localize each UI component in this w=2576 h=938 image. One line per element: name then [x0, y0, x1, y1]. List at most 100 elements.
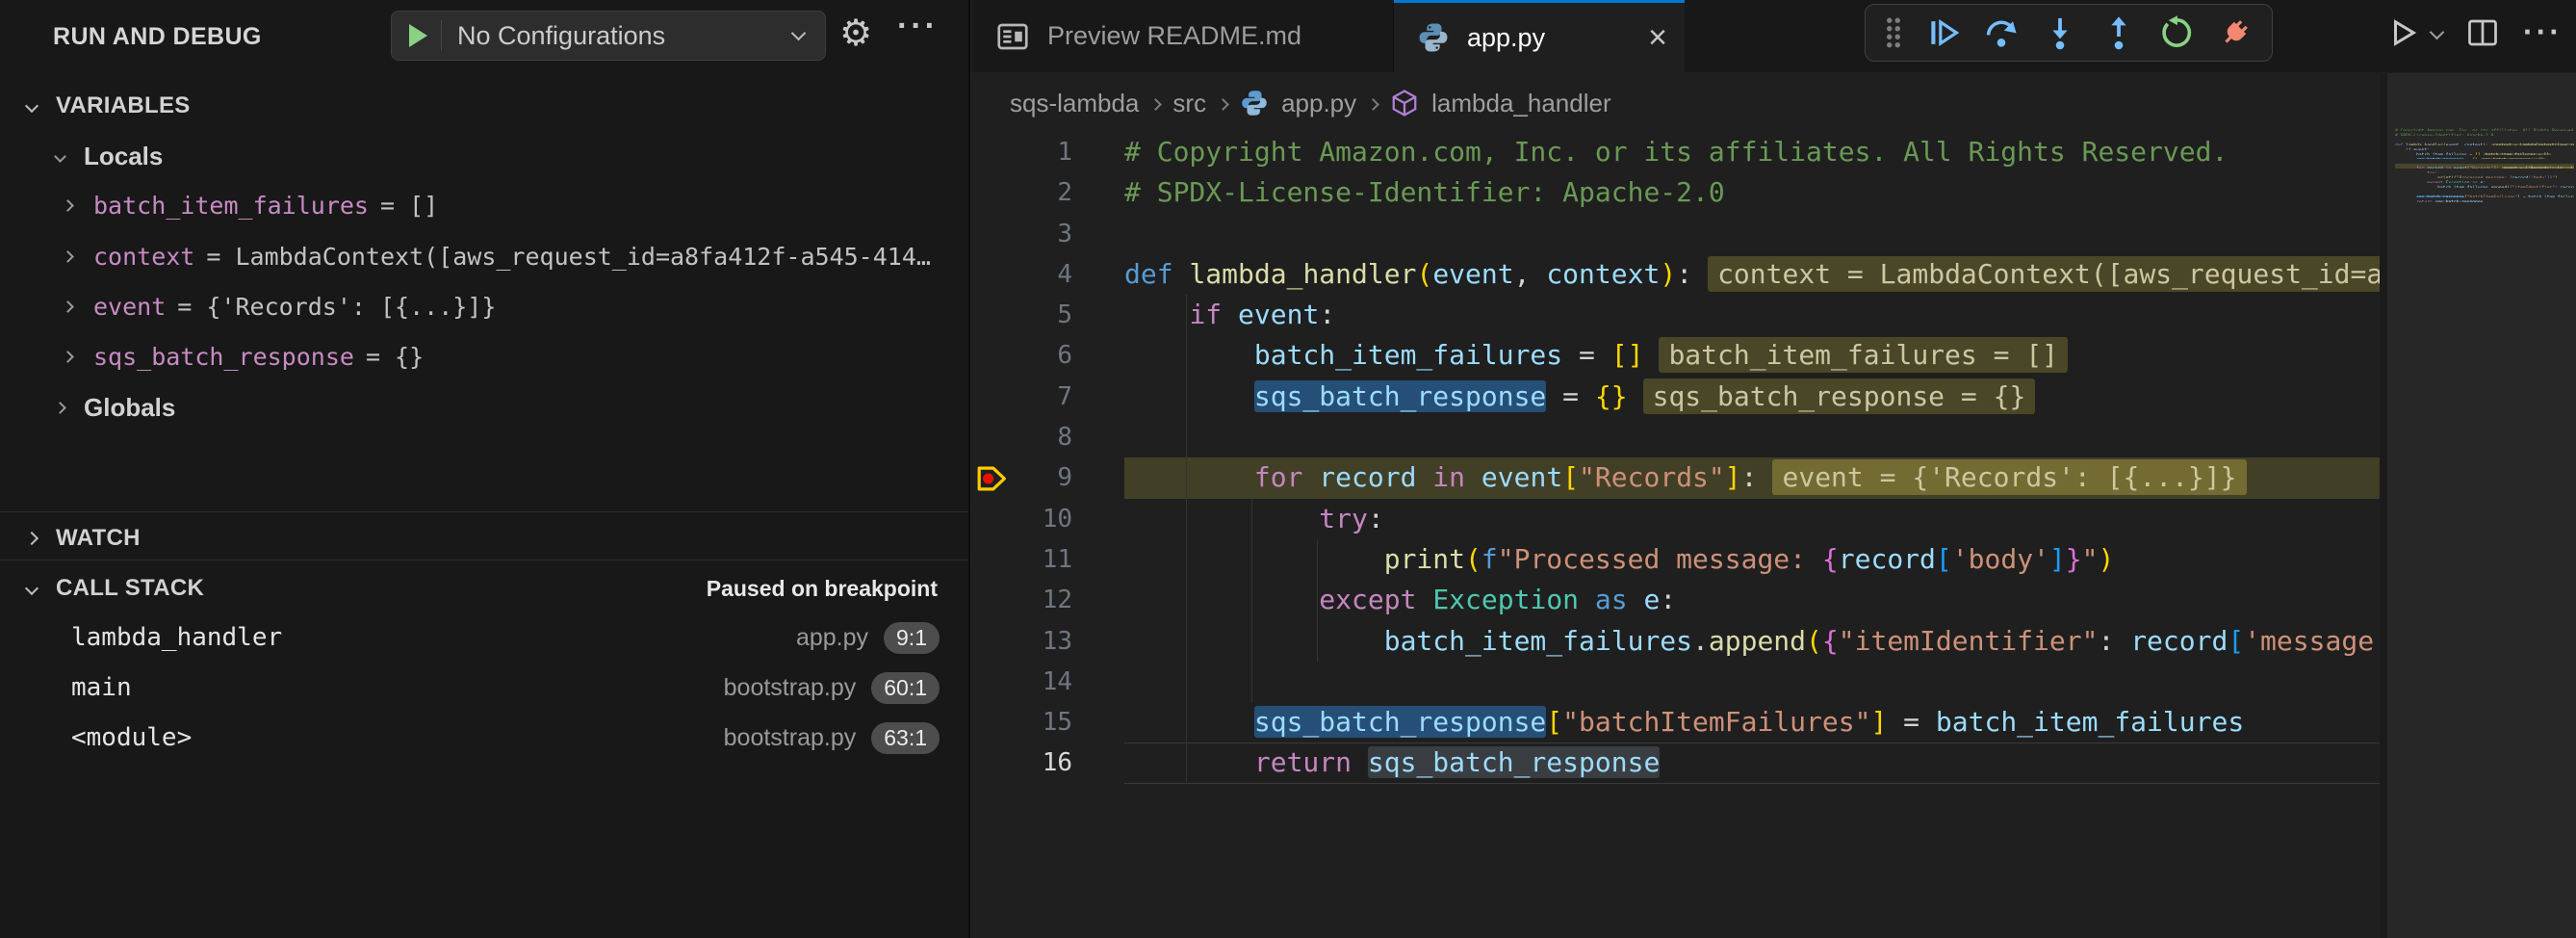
- editor-actions: ···: [2385, 14, 2563, 50]
- variables-label: VARIABLES: [56, 92, 191, 119]
- line-number: 10: [1013, 499, 1072, 539]
- globals-scope-row[interactable]: Globals: [0, 392, 968, 423]
- chevron-down-icon: [25, 99, 39, 113]
- variable-value: = LambdaContext([aws_request_id=a8fa412f…: [206, 243, 931, 271]
- code-line[interactable]: 3: [972, 214, 2380, 254]
- glyph-margin[interactable]: [972, 499, 1013, 539]
- glyph-margin[interactable]: [972, 172, 1013, 213]
- glyph-margin[interactable]: [972, 417, 1013, 457]
- minimap[interactable]: # Copyright Amazon.com, Inc. or its affi…: [2395, 126, 2574, 202]
- code-editor[interactable]: 1# Copyright Amazon.com, Inc. or its aff…: [972, 132, 2380, 784]
- glyph-margin[interactable]: [972, 335, 1013, 376]
- breadcrumb: sqs-lambda src app.py lambda_handler: [1010, 79, 1611, 127]
- glyph-margin[interactable]: [972, 539, 1013, 580]
- debug-toolbar: [1865, 4, 2273, 62]
- code-line[interactable]: 7 sqs_batch_response = {}sqs_batch_respo…: [972, 377, 2380, 417]
- glyph-margin[interactable]: [972, 662, 1013, 702]
- tab-preview-readme[interactable]: Preview README.md: [972, 0, 1394, 72]
- code-line[interactable]: 12 except Exception as e:: [972, 580, 2380, 620]
- call-stack-frame[interactable]: <module>bootstrap.py63:1: [0, 721, 968, 754]
- globals-label: Globals: [84, 393, 175, 423]
- variable-row[interactable]: event= {'Records': [{...}]}: [0, 291, 968, 322]
- markdown-preview-icon: [995, 19, 1030, 54]
- code-line[interactable]: 9 for record in event["Records"]:event =…: [972, 457, 2380, 498]
- debug-config-dropdown[interactable]: No Configurations: [391, 11, 826, 61]
- watch-section-header[interactable]: WATCH: [0, 523, 968, 554]
- line-number: 12: [1013, 580, 1072, 620]
- line-number: 13: [1013, 621, 1072, 662]
- minimap-line: return sqs_batch_response: [2395, 197, 2574, 202]
- line-number: 11: [1013, 539, 1072, 580]
- split-editor-icon[interactable]: [2465, 15, 2500, 50]
- editor-tab-bar: Preview README.md app.py ×: [972, 0, 2576, 72]
- variable-name: event: [93, 293, 166, 321]
- line-number: 9: [1013, 457, 1072, 498]
- gear-icon[interactable]: ⚙: [839, 12, 872, 54]
- step-over-icon[interactable]: [1978, 10, 2024, 56]
- run-icon[interactable]: [2385, 15, 2420, 50]
- restart-icon[interactable]: [2153, 10, 2200, 56]
- chevron-right-icon: [54, 402, 66, 414]
- glyph-margin[interactable]: [972, 743, 1013, 783]
- glyph-margin[interactable]: [972, 377, 1013, 417]
- code-line[interactable]: 15 sqs_batch_response["batchItemFailures…: [972, 702, 2380, 743]
- python-icon: [1417, 21, 1450, 54]
- code-line[interactable]: 16 return sqs_batch_response: [972, 743, 2380, 783]
- step-into-icon[interactable]: [2037, 10, 2083, 56]
- tab-app-py[interactable]: app.py ×: [1394, 0, 1685, 72]
- disconnect-icon[interactable]: [2212, 10, 2258, 56]
- code-line[interactable]: 13 batch_item_failures.append({"itemIden…: [972, 621, 2380, 662]
- code-line[interactable]: 5 if event:: [972, 295, 2380, 335]
- python-icon: [1240, 89, 1269, 117]
- code-line[interactable]: 1# Copyright Amazon.com, Inc. or its aff…: [972, 132, 2380, 172]
- glyph-margin[interactable]: [972, 214, 1013, 254]
- breadcrumb-folder[interactable]: src: [1172, 89, 1206, 118]
- breadcrumb-folder[interactable]: sqs-lambda: [1010, 89, 1139, 118]
- call-stack-frame[interactable]: lambda_handlerapp.py9:1: [0, 621, 968, 654]
- sidebar-header: RUN AND DEBUG No Configurations ⚙ ···: [0, 0, 968, 72]
- chevron-down-icon: [791, 25, 807, 40]
- code-line[interactable]: 8: [972, 417, 2380, 457]
- code-line[interactable]: 14: [972, 662, 2380, 702]
- code-line[interactable]: 10 try:: [972, 499, 2380, 539]
- glyph-margin[interactable]: [972, 580, 1013, 620]
- glyph-margin[interactable]: [972, 132, 1013, 172]
- code-line[interactable]: 6 batch_item_failures = []batch_item_fai…: [972, 335, 2380, 376]
- gripper-icon[interactable]: [1879, 10, 1908, 56]
- variable-name: context: [93, 243, 194, 271]
- call-stack-section-header[interactable]: CALL STACK Paused on breakpoint: [0, 573, 968, 604]
- breadcrumb-symbol[interactable]: lambda_handler: [1431, 89, 1610, 118]
- code-line[interactable]: 2# SPDX-License-Identifier: Apache-2.0: [972, 172, 2380, 213]
- variable-row[interactable]: context = LambdaContext([aws_request_id=a…: [0, 241, 968, 272]
- symbol-method-icon: [1390, 89, 1419, 117]
- code-line[interactable]: 11 print(f"Processed message: {record['b…: [972, 539, 2380, 580]
- breakpoint-execution-icon[interactable]: [972, 457, 1013, 498]
- variable-row[interactable]: sqs_batch_response= {}: [0, 341, 968, 372]
- chevron-down-icon[interactable]: [2432, 27, 2442, 38]
- more-actions-icon[interactable]: ···: [2523, 14, 2563, 50]
- call-stack-frame[interactable]: mainbootstrap.py60:1: [0, 671, 968, 704]
- glyph-margin[interactable]: [972, 621, 1013, 662]
- more-actions-icon[interactable]: ···: [897, 8, 939, 45]
- step-out-icon[interactable]: [2096, 10, 2142, 56]
- start-debug-icon[interactable]: [409, 24, 427, 47]
- chevron-right-icon: [62, 300, 74, 313]
- glyph-margin[interactable]: [972, 254, 1013, 295]
- breadcrumb-file[interactable]: app.py: [1281, 89, 1356, 118]
- glyph-margin[interactable]: [972, 295, 1013, 335]
- line-number: 4: [1013, 254, 1072, 295]
- line-number: 3: [1013, 214, 1072, 254]
- line-number: 16: [1013, 743, 1072, 783]
- line-number: 1: [1013, 132, 1072, 172]
- glyph-margin[interactable]: [972, 702, 1013, 743]
- indent-guide: [1317, 539, 1318, 662]
- variable-row[interactable]: batch_item_failures= []: [0, 190, 968, 221]
- code-line[interactable]: 4def lambda_handler(event, context):cont…: [972, 254, 2380, 295]
- close-icon[interactable]: ×: [1648, 21, 1667, 54]
- inline-debug-value: event = {'Records': [{...}]}: [1772, 459, 2246, 495]
- locals-scope-row[interactable]: Locals: [0, 141, 968, 171]
- call-stack-label: CALL STACK: [56, 575, 204, 602]
- continue-icon[interactable]: [1920, 10, 1967, 56]
- variables-section-header[interactable]: VARIABLES: [0, 91, 968, 121]
- frame-position-badge: 9:1: [884, 622, 940, 654]
